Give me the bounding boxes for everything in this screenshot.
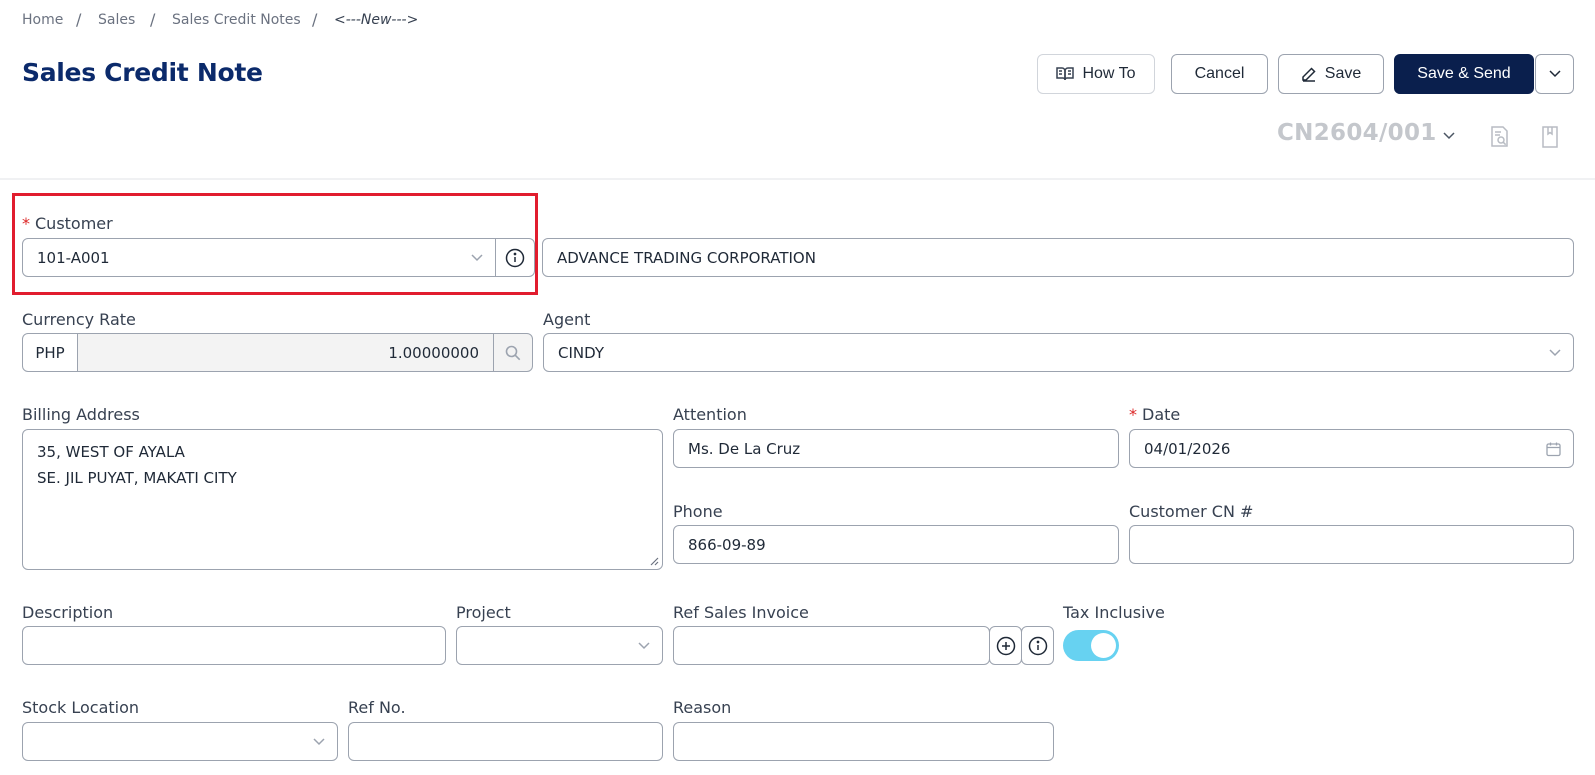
- billing-address-textarea[interactable]: 35, WEST OF AYALA SE. JIL PUYAT, MAKATI …: [22, 429, 663, 570]
- info-icon: [1028, 636, 1047, 655]
- chevron-down-icon: [313, 737, 325, 745]
- agent-label: Agent: [543, 310, 591, 329]
- stock-location-select[interactable]: [22, 722, 338, 761]
- plus-circle-icon: [996, 636, 1015, 655]
- document-number: CN2604/001: [1277, 120, 1437, 146]
- ref-no-label: Ref No.: [348, 698, 406, 717]
- save-label: Save: [1324, 65, 1362, 82]
- resize-grip-icon[interactable]: [649, 556, 659, 566]
- bookmark-icon[interactable]: [1541, 126, 1559, 148]
- attention-label: Attention: [673, 405, 747, 424]
- date-label: * Date: [1129, 405, 1181, 424]
- date-field[interactable]: 04/01/2026: [1129, 429, 1574, 468]
- add-sales-invoice-button[interactable]: [989, 626, 1022, 665]
- breadcrumb-sales-credit-notes[interactable]: Sales Credit Notes: [172, 12, 301, 28]
- customer-cn-field[interactable]: [1129, 525, 1574, 564]
- breadcrumb-home[interactable]: Home: [22, 12, 63, 28]
- currency-rate-field[interactable]: 1.00000000: [77, 333, 494, 372]
- attention-field[interactable]: Ms. De La Cruz: [673, 429, 1119, 468]
- document-number-dropdown-icon[interactable]: [1443, 132, 1455, 140]
- how-to-button[interactable]: How To: [1037, 54, 1155, 94]
- breadcrumb-separator: /: [150, 10, 156, 29]
- calendar-icon[interactable]: [1546, 441, 1561, 456]
- project-select[interactable]: [456, 626, 663, 665]
- tax-inclusive-toggle[interactable]: [1063, 630, 1119, 661]
- currency-code: PHP: [22, 333, 78, 372]
- phone-field[interactable]: 866-09-89: [673, 525, 1119, 564]
- customer-info-button[interactable]: [495, 238, 535, 277]
- customer-label: * Customer: [22, 214, 113, 233]
- header-divider: [0, 178, 1595, 180]
- document-search-icon[interactable]: [1490, 126, 1510, 148]
- cancel-button[interactable]: Cancel: [1171, 54, 1268, 94]
- breadcrumb-separator: /: [76, 10, 82, 29]
- ref-sales-invoice-field[interactable]: [673, 626, 990, 665]
- chevron-down-icon: [471, 253, 483, 261]
- more-actions-button[interactable]: [1535, 54, 1574, 94]
- customer-name-value: ADVANCE TRADING CORPORATION: [557, 248, 816, 267]
- reason-label: Reason: [673, 698, 732, 717]
- customer-code-select[interactable]: 101-A001: [22, 238, 496, 277]
- chevron-down-icon: [1549, 348, 1561, 356]
- save-and-send-button[interactable]: Save & Send: [1394, 54, 1534, 94]
- ref-no-field[interactable]: [348, 722, 663, 761]
- customer-cn-label: Customer CN #: [1129, 502, 1254, 521]
- pencil-icon: [1302, 67, 1316, 82]
- chevron-down-icon: [638, 641, 650, 649]
- book-icon: [1056, 67, 1075, 81]
- page-title: Sales Credit Note: [22, 58, 263, 87]
- required-marker: *: [22, 214, 30, 233]
- date-value: 04/01/2026: [1144, 439, 1231, 458]
- description-label: Description: [22, 603, 114, 622]
- info-icon: [505, 248, 525, 267]
- billing-address-line: SE. JIL PUYAT, MAKATI CITY: [37, 469, 237, 487]
- currency-rate-value: 1.00000000: [388, 343, 479, 362]
- breadcrumb-separator: /: [312, 10, 318, 29]
- save-button[interactable]: Save: [1278, 54, 1384, 94]
- search-icon: [505, 345, 521, 360]
- agent-select[interactable]: CINDY: [543, 333, 1574, 372]
- currency-rate-label: Currency Rate: [22, 310, 136, 329]
- customer-name-field[interactable]: ADVANCE TRADING CORPORATION: [542, 238, 1574, 277]
- phone-label: Phone: [673, 502, 723, 521]
- reason-field[interactable]: [673, 722, 1054, 761]
- attention-value: Ms. De La Cruz: [688, 439, 801, 458]
- currency-search-button[interactable]: [493, 333, 533, 372]
- project-label: Project: [456, 603, 511, 622]
- stock-location-label: Stock Location: [22, 698, 140, 717]
- customer-code-value: 101-A001: [37, 248, 110, 267]
- billing-address-label: Billing Address: [22, 405, 140, 424]
- chevron-down-icon: [1548, 70, 1561, 78]
- description-field[interactable]: [22, 626, 446, 665]
- billing-address-line: 35, WEST OF AYALA: [37, 443, 185, 461]
- breadcrumb-current: <---New--->: [334, 12, 419, 28]
- tax-inclusive-label: Tax Inclusive: [1063, 603, 1165, 622]
- ref-sales-invoice-label: Ref Sales Invoice: [673, 603, 809, 622]
- required-marker: *: [1129, 405, 1137, 424]
- sales-invoice-info-button[interactable]: [1021, 626, 1054, 665]
- how-to-label: How To: [1082, 65, 1136, 82]
- toggle-knob: [1091, 633, 1116, 658]
- breadcrumb-sales[interactable]: Sales: [98, 12, 135, 28]
- phone-value: 866-09-89: [688, 535, 766, 554]
- agent-value: CINDY: [558, 343, 605, 362]
